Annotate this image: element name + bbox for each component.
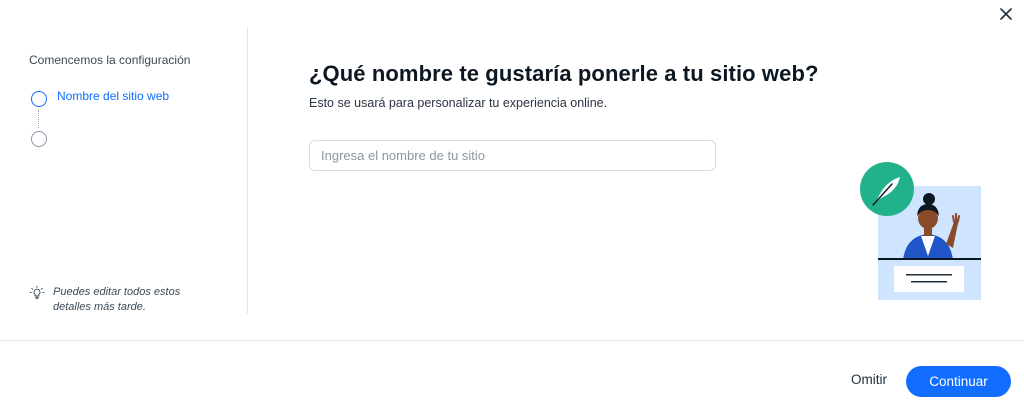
tip-text: Puedes editar todos estos detalles más t… xyxy=(53,286,181,313)
page-title: ¿Qué nombre te gustaría ponerle a tu sit… xyxy=(309,61,819,86)
tip-note: Puedes editar todos estos detalles más t… xyxy=(29,285,229,315)
step-1-label: Nombre del sitio web xyxy=(57,89,170,103)
sidebar-title: Comencemos la configuración xyxy=(29,53,191,67)
page-subtitle: Esto se usará para personalizar tu exper… xyxy=(309,96,608,110)
skip-button[interactable]: Omitir xyxy=(851,372,887,387)
person-with-feather-illustration xyxy=(860,162,981,300)
setup-dialog: Comencemos la configuración Nombre del s… xyxy=(0,0,1024,400)
lightbulb-icon xyxy=(29,285,45,300)
close-icon xyxy=(1000,8,1012,20)
setup-sidebar: Comencemos la configuración Nombre del s… xyxy=(0,28,248,314)
site-name-input[interactable] xyxy=(309,140,716,171)
step-connector xyxy=(38,110,39,128)
close-button[interactable] xyxy=(996,4,1016,24)
footer-divider xyxy=(0,340,1024,341)
step-2-indicator xyxy=(31,131,47,147)
step-1-indicator xyxy=(31,91,47,107)
continue-button[interactable]: Continuar xyxy=(906,366,1011,397)
